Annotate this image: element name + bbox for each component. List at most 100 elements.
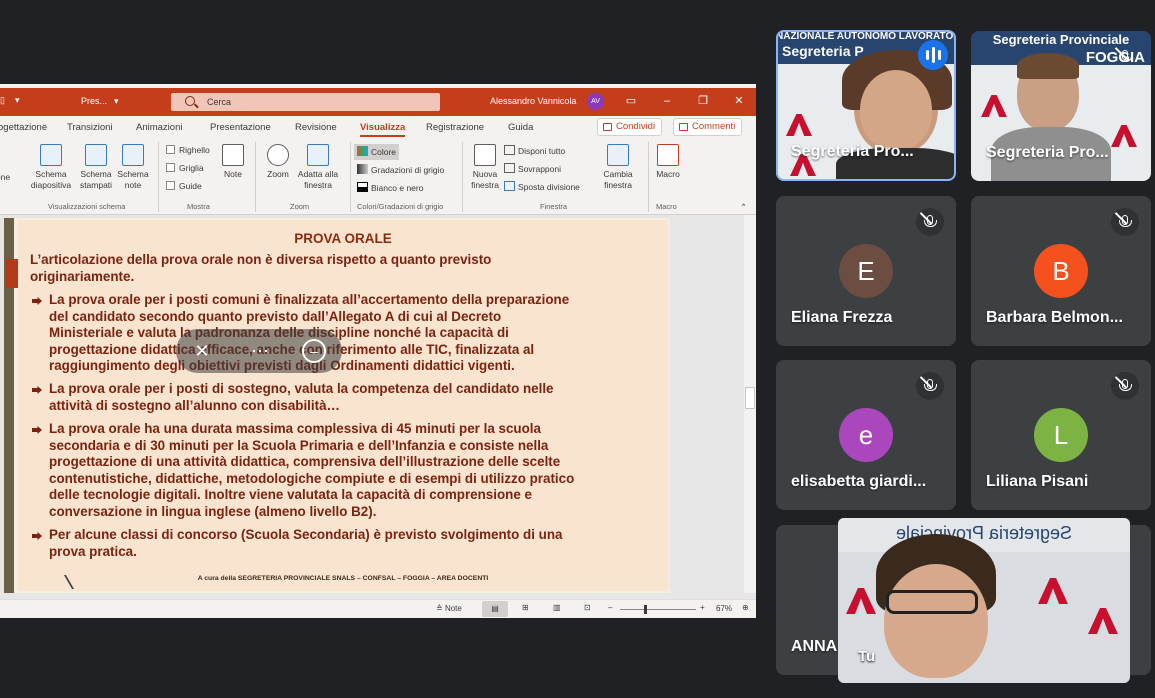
participant-avatar: L (1034, 408, 1088, 462)
snals-logo-icon (1088, 608, 1118, 634)
bullet-3-line-3: progettazione di una attività didattica,… (49, 454, 561, 469)
zoom-slider-thumb[interactable] (644, 605, 647, 614)
sposta-divisione-button[interactable]: Sposta divisione (504, 181, 580, 193)
tab-transizioni[interactable]: Transizioni (67, 122, 113, 133)
user-name: Alessandro Vannicola (490, 96, 577, 106)
restore-icon[interactable]: ❐ (696, 94, 710, 108)
file-name[interactable]: Pres... (81, 96, 107, 106)
cambia-finestra-button[interactable]: Cambia finestra (596, 144, 640, 191)
collapse-ribbon-icon[interactable]: ⌃ (740, 202, 747, 213)
reading-view-icon[interactable]: ▥ (553, 603, 561, 612)
powerpoint-window: ▯ ▾ Pres... ▾ Cerca Alessandro Vannicola… (0, 84, 756, 618)
participant-name: Eliana Frezza (791, 309, 893, 326)
share-button[interactable]: Condividi (597, 118, 663, 136)
griglia-checkbox[interactable]: Griglia (166, 163, 204, 174)
slide-footer: A cura della SEGRETERIA PROVINCIALE SNAL… (197, 575, 489, 582)
guide-label: Guide (179, 181, 202, 191)
participant-tile[interactable]: L Liliana Pisani (971, 360, 1151, 510)
customize-chevron-icon[interactable]: ▾ (15, 95, 20, 106)
macro-icon (657, 144, 679, 166)
schema-stampati-button[interactable]: Schema stampati (76, 144, 116, 191)
normal-view-icon[interactable]: ▤ (482, 601, 508, 617)
tab-revisione[interactable]: Revisione (295, 122, 337, 133)
vertical-scrollbar[interactable] (744, 215, 756, 593)
unpin-icon[interactable]: ✕ (190, 339, 214, 363)
guide-checkbox[interactable]: Guide (166, 181, 202, 192)
macro-label: Macro (656, 169, 680, 179)
participant-tile[interactable]: B Barbara Belmon... (971, 196, 1151, 346)
participant-name: elisabetta giardi... (791, 473, 927, 490)
file-menu-chevron-icon[interactable]: ▾ (114, 96, 119, 107)
participant-name: Segreteria Pro... (791, 143, 914, 160)
bullet-3-line-5: delle tecnologie digitali. Inoltre viene… (49, 487, 532, 502)
tab-progettazione[interactable]: ogettazione (0, 122, 47, 133)
schema-diapositiva-button[interactable]: Schema diapositiva (28, 144, 74, 191)
slide-sorter-icon[interactable]: ⊞ (522, 603, 529, 612)
participant-name: ANNA (791, 638, 838, 655)
group-label-zoom: Zoom (290, 202, 310, 211)
mic-off-icon (916, 208, 944, 236)
bullet-2-line-1: La prova orale per i posti di sostegno, … (49, 381, 554, 396)
participant-tile[interactable]: NAZIONALE AUTONOMO LAVORATORI Segreteria… (776, 30, 956, 180)
minimize-icon[interactable]: – (660, 94, 674, 108)
colore-button[interactable]: Colore (354, 144, 400, 160)
self-view[interactable]: Segreteria Provinciale Tu (838, 518, 1130, 683)
macro-button[interactable]: Macro (652, 144, 684, 180)
snals-logo-icon (846, 588, 876, 614)
disponi-tutto-button[interactable]: Disponi tutto (504, 145, 565, 157)
notes-label: Note (444, 604, 462, 613)
adatta-finestra-button[interactable]: Adatta alla finestra (294, 144, 342, 191)
zoom-button[interactable]: Zoom (262, 144, 294, 180)
intro-line-2: originariamente. (30, 269, 135, 284)
participant-tile[interactable]: Segreteria Provinciale FOGGIA Segreteria… (971, 31, 1151, 181)
righello-checkbox[interactable]: Righello (166, 145, 210, 156)
tab-registrazione[interactable]: Registrazione (426, 122, 484, 133)
zoom-out-icon[interactable]: – (608, 603, 612, 612)
minus-icon[interactable]: – (302, 339, 326, 363)
participant-name: Liliana Pisani (986, 473, 1089, 490)
griglia-label: Griglia (179, 163, 204, 173)
tab-visualizza[interactable]: Visualizza (360, 122, 406, 137)
participant-tile[interactable]: e elisabetta giardi... (776, 360, 956, 510)
bullet-3-line-2: secondaria e di 30 minuti per la Scuola … (49, 438, 549, 453)
note-button[interactable]: Note (220, 144, 246, 180)
zoom-in-icon[interactable]: + (700, 603, 705, 612)
group-label-macro: Macro (656, 202, 677, 211)
ribbon-display-icon[interactable]: ▭ (624, 94, 638, 108)
bianco-nero-button[interactable]: Bianco e nero (357, 182, 423, 194)
participant-tile[interactable]: E Eliana Frezza (776, 196, 956, 346)
nuova-finestra-label: Nuova finestra (471, 169, 499, 190)
self-face (884, 564, 988, 678)
tab-presentazione[interactable]: Presentazione (210, 122, 271, 133)
sovrapponi-button[interactable]: Sovrapponi (504, 163, 561, 175)
bullet-2-line-2: attività di sostegno all’alunno con disa… (49, 398, 340, 413)
tab-animazioni[interactable]: Animazioni (136, 122, 182, 133)
user-avatar[interactable]: AV (587, 93, 604, 110)
schema-note-button[interactable]: Schema note (116, 144, 150, 191)
snals-logo-icon (1111, 125, 1137, 147)
slideshow-icon[interactable]: ⊡ (584, 603, 591, 612)
mic-glyph (1119, 379, 1132, 391)
fit-window-icon (307, 144, 329, 166)
tab-guida[interactable]: Guida (508, 122, 533, 133)
participant-name: Segreteria Pro... (986, 144, 1109, 161)
more-icon[interactable]: ⋯ (248, 339, 272, 363)
self-label: Tu (858, 648, 876, 665)
snals-logo-icon (786, 114, 812, 136)
scroll-thumb[interactable] (745, 387, 755, 409)
partial-button[interactable]: one (0, 172, 14, 183)
zoom-slider[interactable] (620, 609, 696, 610)
close-icon[interactable]: ✕ (732, 94, 746, 108)
participant-face-front (860, 70, 932, 150)
autosave-icon[interactable]: ▯ (0, 95, 5, 106)
notes-toggle[interactable]: ≙ Note (436, 604, 462, 613)
nuova-finestra-button[interactable]: Nuova finestra (466, 144, 504, 191)
zoom-level[interactable]: 67% (716, 604, 732, 613)
slide[interactable]: PROVA ORALE L’articolazione della prova … (4, 218, 670, 593)
search-box[interactable]: Cerca (171, 93, 440, 111)
gradazioni-button[interactable]: Gradazioni di grigio (357, 164, 444, 176)
snals-logo-icon (981, 95, 1007, 117)
comments-button[interactable]: Commenti (673, 118, 743, 136)
fit-slide-icon[interactable]: ⊕ (742, 603, 749, 612)
disponi-label: Disponi tutto (518, 146, 566, 156)
